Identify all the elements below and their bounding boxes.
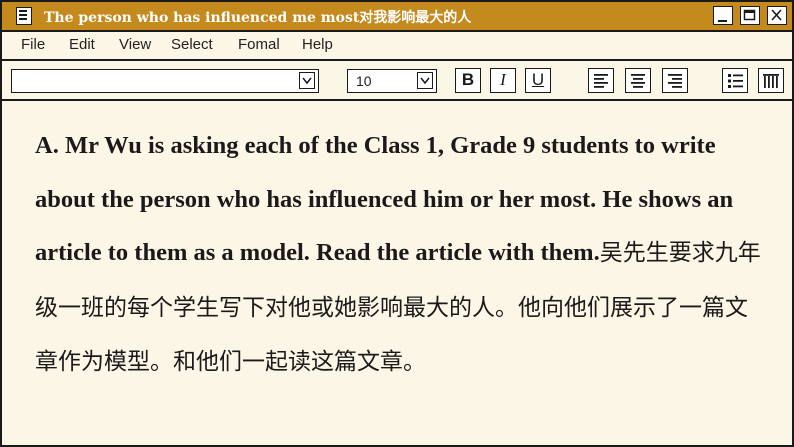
columns-icon	[763, 74, 779, 88]
title-bar[interactable]: The person who has influenced me most对我影…	[2, 2, 792, 32]
maximize-icon	[743, 9, 756, 21]
align-right-icon	[668, 74, 682, 88]
menu-bar: File Edit View Select Fomal Help	[2, 32, 792, 61]
chevron-down-icon[interactable]	[417, 72, 433, 89]
align-center-button[interactable]	[625, 68, 651, 93]
align-left-icon	[594, 74, 608, 88]
align-right-button[interactable]	[662, 68, 688, 93]
close-icon	[771, 9, 782, 21]
minimize-icon	[718, 20, 727, 22]
formatting-toolbar: 10 B I U	[2, 61, 792, 101]
window-title: The person who has influenced me most对我影…	[44, 10, 472, 26]
align-center-icon	[631, 74, 645, 88]
minimize-button[interactable]	[713, 6, 733, 25]
font-name-select[interactable]	[11, 69, 319, 93]
font-size-value: 10	[356, 73, 372, 89]
bullet-list-icon	[728, 74, 743, 88]
editor-window: The person who has influenced me most对我影…	[0, 0, 794, 447]
menu-edit[interactable]: Edit	[69, 36, 95, 53]
document-area[interactable]: A. Mr Wu is asking each of the Class 1, …	[2, 101, 792, 445]
maximize-button[interactable]	[740, 6, 760, 25]
menu-format[interactable]: Fomal	[238, 36, 280, 53]
close-button[interactable]	[767, 6, 787, 25]
menu-help[interactable]: Help	[302, 36, 333, 53]
menu-view[interactable]: View	[119, 36, 151, 53]
chevron-down-icon[interactable]	[299, 72, 315, 89]
menu-select[interactable]: Select	[171, 36, 213, 53]
menu-file[interactable]: File	[21, 36, 45, 53]
italic-button[interactable]: I	[490, 68, 516, 93]
document-text: A. Mr Wu is asking each of the Class 1, …	[35, 119, 770, 390]
bullet-list-button[interactable]	[722, 68, 748, 93]
font-size-select[interactable]: 10	[347, 69, 437, 93]
bold-button[interactable]: B	[455, 68, 481, 93]
columns-button[interactable]	[758, 68, 784, 93]
underline-button[interactable]: U	[525, 68, 551, 93]
align-left-button[interactable]	[588, 68, 614, 93]
document-icon	[16, 7, 32, 25]
